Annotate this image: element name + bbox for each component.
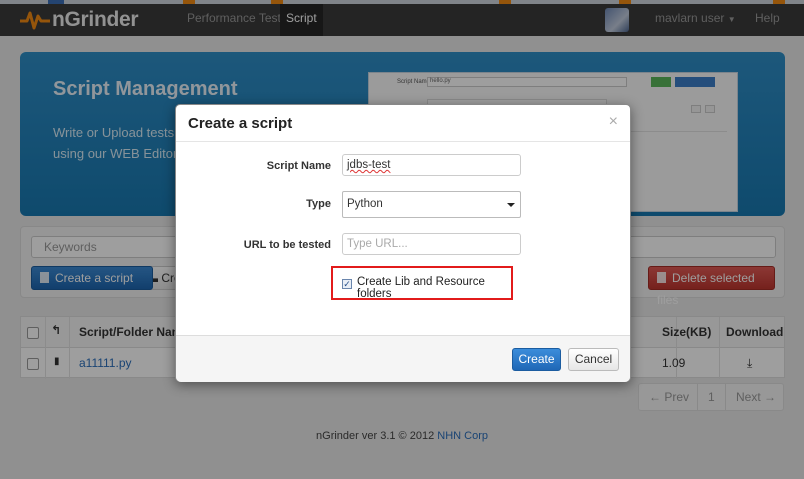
create-lib-checkbox[interactable]: ✓ [342, 279, 352, 289]
type-label: Type [306, 198, 331, 210]
script-name-input[interactable]: jdbs-test [342, 154, 521, 176]
close-icon[interactable]: × [609, 113, 618, 131]
create-button[interactable]: Create [512, 348, 561, 371]
cancel-button[interactable]: Cancel [568, 348, 619, 371]
dialog-divider [176, 141, 630, 142]
dialog-title: Create a script [188, 115, 293, 132]
highlight-box: ✓ Create Lib and Resource folders [331, 266, 513, 300]
script-name-value: jdbs-test [347, 159, 391, 171]
create-script-dialog: Create a script × Script Name jdbs-test … [175, 104, 631, 382]
chevron-down-icon [507, 203, 515, 207]
url-label: URL to be tested [243, 239, 331, 251]
type-selected-value: Python [347, 198, 383, 210]
url-input[interactable]: Type URL... [342, 233, 521, 255]
type-select[interactable]: Python [342, 191, 521, 218]
script-name-label: Script Name [266, 160, 331, 172]
create-lib-label[interactable]: Create Lib and Resource folders [357, 276, 511, 300]
dialog-footer: Create Cancel [176, 335, 630, 382]
